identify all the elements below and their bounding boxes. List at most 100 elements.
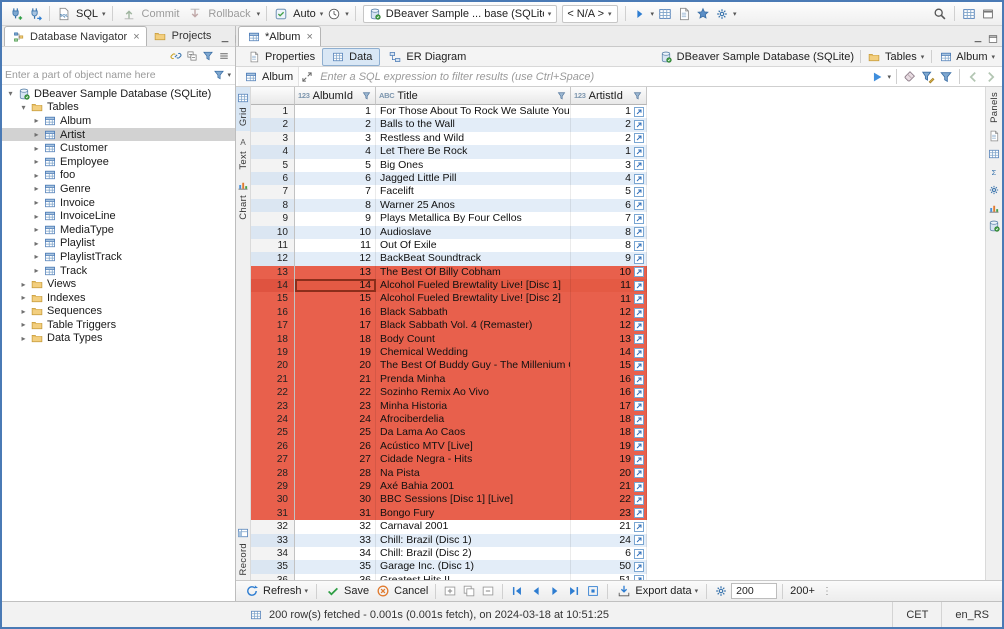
cell-albumid[interactable]: 3 <box>295 132 376 145</box>
cell-albumid[interactable]: 7 <box>295 185 376 198</box>
row-number[interactable]: 25 <box>251 426 295 439</box>
chevron-right-icon[interactable]: ▸ <box>32 198 41 207</box>
table-row[interactable]: 77Facelift5 <box>251 185 985 198</box>
goto-object-icon[interactable] <box>631 5 649 23</box>
tab-properties[interactable]: Properties <box>239 48 322 66</box>
fk-link-icon[interactable] <box>634 133 644 143</box>
cell-title[interactable]: Let There Be Rock <box>376 145 571 158</box>
cell-artistid[interactable]: 19 <box>571 440 647 453</box>
table-row[interactable]: 1919Chemical Wedding14 <box>251 346 985 359</box>
transaction-dropdown-icon[interactable]: ▾ <box>257 10 261 18</box>
cell-title[interactable]: BBC Sessions [Disc 1] [Live] <box>376 493 571 506</box>
row-number[interactable]: 14 <box>251 279 295 292</box>
cell-albumid[interactable]: 27 <box>295 453 376 466</box>
cell-albumid[interactable]: 1 <box>295 105 376 118</box>
cell-title[interactable]: Alcohol Fueled Brewtality Live! [Disc 1] <box>376 279 571 292</box>
fk-link-icon[interactable] <box>634 375 644 385</box>
table-row[interactable]: 2424Afrociberdelia18 <box>251 413 985 426</box>
tab-er-diagram[interactable]: ER Diagram <box>380 48 473 66</box>
row-number[interactable]: 1 <box>251 105 295 118</box>
cell-albumid[interactable]: 9 <box>295 212 376 225</box>
cell-albumid[interactable]: 4 <box>295 145 376 158</box>
cell-artistid[interactable]: 14 <box>571 346 647 359</box>
connect-to-database-icon[interactable] <box>26 5 44 23</box>
row-number[interactable]: 3 <box>251 132 295 145</box>
next-row-icon[interactable] <box>546 582 564 600</box>
row-number[interactable]: 27 <box>251 453 295 466</box>
table-row[interactable]: 2121Prenda Minha16 <box>251 373 985 386</box>
minimize-icon[interactable] <box>217 31 232 46</box>
cell-artistid[interactable]: 22 <box>571 493 647 506</box>
chevron-right-icon[interactable]: ▸ <box>32 212 41 221</box>
sql-editor-icon[interactable]: SQL <box>55 5 73 23</box>
chevron-right-icon[interactable]: ▸ <box>19 280 28 289</box>
cell-title[interactable]: BackBeat Soundtrack <box>376 252 571 265</box>
cell-albumid[interactable]: 2 <box>295 118 376 131</box>
row-number[interactable]: 20 <box>251 359 295 372</box>
chevron-right-icon[interactable]: ▸ <box>32 157 41 166</box>
close-icon[interactable]: × <box>133 31 139 43</box>
cell-title[interactable]: Bongo Fury <box>376 507 571 520</box>
cell-artistid[interactable]: 50 <box>571 560 647 573</box>
duplicate-row-icon[interactable] <box>460 582 478 600</box>
chevron-right-icon[interactable]: ▸ <box>32 116 41 125</box>
chevron-right-icon[interactable]: ▸ <box>19 307 28 316</box>
datasource-combo[interactable]: DBeaver Sample ... base (SQLite) ▾ <box>363 5 558 23</box>
minimize-icon[interactable] <box>970 31 985 46</box>
column-filter-sort-icon[interactable] <box>556 90 567 101</box>
tree-item-dbeaver-sample-database-sqlite[interactable]: ▾DBeaver Sample Database (SQLite) <box>2 87 235 101</box>
tree-item-indexes[interactable]: ▸Indexes <box>2 291 235 305</box>
cell-title[interactable]: Chemical Wedding <box>376 346 571 359</box>
cell-albumid[interactable]: 19 <box>295 346 376 359</box>
cell-artistid[interactable]: 7 <box>571 212 647 225</box>
tree-item-foo[interactable]: ▸foo <box>2 169 235 183</box>
table-row[interactable]: 11For Those About To Rock We Salute You1 <box>251 105 985 118</box>
table-row[interactable]: 2727Cidade Negra - Hits19 <box>251 453 985 466</box>
delete-row-icon[interactable] <box>479 582 497 600</box>
table-row[interactable]: 88Warner 25 Anos6 <box>251 199 985 212</box>
filter-icon[interactable] <box>211 68 226 83</box>
filters-menu-icon[interactable] <box>937 68 955 86</box>
fk-link-icon[interactable] <box>634 549 644 559</box>
row-number[interactable]: 33 <box>251 534 295 547</box>
fk-link-icon[interactable] <box>634 428 644 438</box>
maximize-icon[interactable] <box>985 31 1000 46</box>
row-number[interactable]: 34 <box>251 547 295 560</box>
cell-artistid[interactable]: 5 <box>571 185 647 198</box>
cell-albumid[interactable]: 16 <box>295 306 376 319</box>
tree-item-playlist[interactable]: ▸Playlist <box>2 237 235 251</box>
record-mode-toggle[interactable]: Record <box>236 523 250 580</box>
chevron-right-icon[interactable]: ▸ <box>32 239 41 248</box>
fk-link-icon[interactable] <box>634 508 644 518</box>
fk-link-icon[interactable] <box>634 107 644 117</box>
table-row[interactable]: 33Restless and Wild2 <box>251 132 985 145</box>
fk-link-icon[interactable] <box>634 160 644 170</box>
table-row[interactable]: 3333Chill: Brazil (Disc 1)24 <box>251 534 985 547</box>
tree-item-customer[interactable]: ▸Customer <box>2 141 235 155</box>
transaction-log-dropdown-icon[interactable]: ▾ <box>345 10 349 18</box>
cell-artistid[interactable]: 2 <box>571 132 647 145</box>
cell-albumid[interactable]: 14 <box>295 279 376 292</box>
tree-item-track[interactable]: ▸Track <box>2 264 235 278</box>
table-row[interactable]: 2828Na Pista20 <box>251 467 985 480</box>
cell-albumid[interactable]: 5 <box>295 159 376 172</box>
toolbar-overflow-icon[interactable]: ⋮ <box>818 582 836 600</box>
cell-title[interactable]: Black Sabbath Vol. 4 (Remaster) <box>376 319 571 332</box>
cell-artistid[interactable]: 18 <box>571 426 647 439</box>
clear-filter-icon[interactable] <box>901 68 919 86</box>
cell-albumid[interactable]: 25 <box>295 426 376 439</box>
cell-title[interactable]: Chill: Brazil (Disc 2) <box>376 547 571 560</box>
last-row-icon[interactable] <box>565 582 583 600</box>
apply-filter-icon[interactable] <box>868 68 886 86</box>
row-number[interactable]: 13 <box>251 266 295 279</box>
cell-title[interactable]: Facelift <box>376 185 571 198</box>
refresh-button[interactable]: Refresh ▾ <box>241 582 311 600</box>
fk-link-icon[interactable] <box>634 401 644 411</box>
fk-link-icon[interactable] <box>634 348 644 358</box>
chevron-right-icon[interactable]: ▸ <box>19 293 28 302</box>
table-row[interactable]: 3434Chill: Brazil (Disc 2)6 <box>251 547 985 560</box>
cell-title[interactable]: Garage Inc. (Disc 1) <box>376 560 571 573</box>
previous-row-icon[interactable] <box>527 582 545 600</box>
column-filter-sort-icon[interactable] <box>361 90 372 101</box>
row-number[interactable]: 4 <box>251 145 295 158</box>
